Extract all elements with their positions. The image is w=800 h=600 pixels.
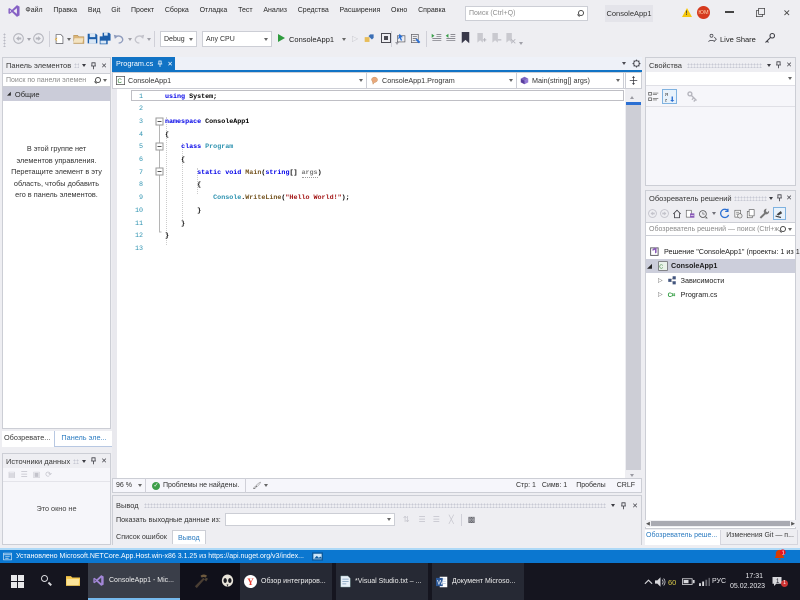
svg-text:1: 1 <box>782 550 785 556</box>
svg-text:z: z <box>665 98 668 102</box>
svg-text:C: C <box>118 79 123 85</box>
svg-text:Я: Я <box>665 91 669 97</box>
svg-text:C: C <box>667 292 672 299</box>
svg-text:W: W <box>437 579 444 586</box>
svg-text:C: C <box>659 264 663 270</box>
